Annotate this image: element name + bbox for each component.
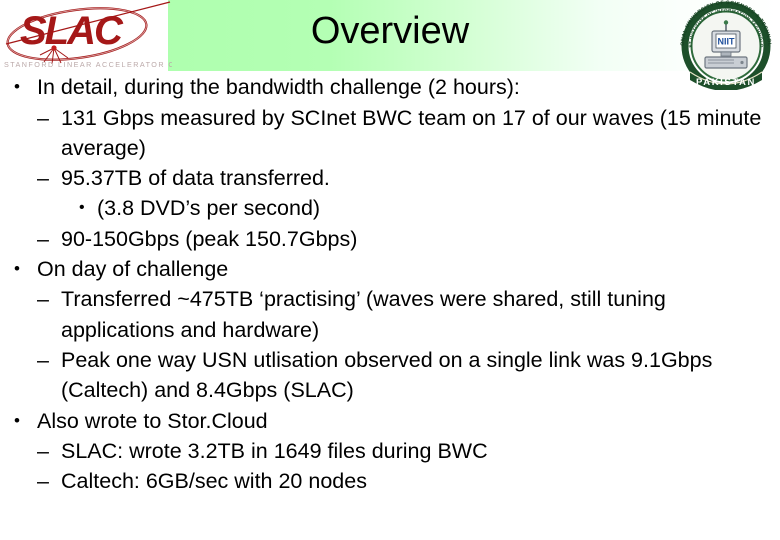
list-item-text: (3.8 DVD’s per second)	[97, 196, 321, 221]
list-item-text: On day of challenge	[37, 256, 229, 281]
list-item: – 90-150Gbps (peak 150.7Gbps)	[0, 224, 780, 254]
slac-logo: SLAC STANFORD LINEAR ACCELERATOR CENTER	[2, 0, 172, 72]
list-item: • Also wrote to Stor.Cloud	[0, 406, 780, 437]
list-item-text: Also wrote to Stor.Cloud	[37, 408, 268, 433]
list-item: – 95.37TB of data transferred.	[0, 163, 780, 193]
bullet-marker-level2: –	[37, 166, 49, 191]
bullet-marker-level2: –	[37, 439, 49, 464]
list-item-text: Caltech: 6GB/sec with 20 nodes	[61, 469, 367, 494]
bullet-marker-level2: –	[37, 105, 49, 130]
list-item-text: 90-150Gbps (peak 150.7Gbps)	[61, 226, 358, 251]
list-item: – SLAC: wrote 3.2TB in 1649 files during…	[0, 436, 780, 466]
list-item-text: Transferred ~475TB ‘practising’ (waves w…	[61, 287, 666, 342]
bullet-marker-level1: •	[14, 410, 20, 430]
list-item: • (3.8 DVD’s per second)	[0, 193, 780, 223]
list-item: – 131 Gbps measured by SCInet BWC team o…	[0, 103, 780, 164]
list-item-text: Peak one way USN utlisation observed on …	[61, 348, 713, 403]
slide-body: • In detail, during the bandwidth challe…	[0, 72, 780, 540]
svg-text:NIIT: NIIT	[718, 37, 736, 47]
list-item-text: 131 Gbps measured by SCInet BWC team on …	[61, 105, 762, 160]
list-item-text: 95.37TB of data transferred.	[61, 166, 330, 191]
list-item: • On day of challenge	[0, 254, 780, 285]
bullet-marker-level2: –	[37, 469, 49, 494]
list-item: – Peak one way USN utlisation observed o…	[0, 345, 780, 406]
bullet-marker-level2: –	[37, 348, 49, 373]
bullet-marker-level2: –	[37, 226, 49, 251]
svg-text:PAKISTAN: PAKISTAN	[696, 77, 756, 88]
list-item-text: In detail, during the bandwidth challeng…	[37, 75, 520, 99]
svg-text:STANFORD LINEAR ACCELERATOR CE: STANFORD LINEAR ACCELERATOR CENTER	[4, 60, 172, 69]
list-item-text: SLAC: wrote 3.2TB in 1649 files during B…	[61, 439, 488, 464]
bullet-marker-level1: •	[14, 77, 20, 96]
bullet-marker-level3: •	[79, 199, 85, 217]
bullet-marker-level2: –	[37, 287, 49, 312]
bullet-marker-level1: •	[14, 258, 20, 278]
list-item: • In detail, during the bandwidth challe…	[0, 72, 780, 103]
svg-text:SLAC: SLAC	[20, 9, 124, 53]
list-item: – Transferred ~475TB ‘practising’ (waves…	[0, 284, 780, 345]
list-item: – Caltech: 6GB/sec with 20 nodes	[0, 466, 780, 496]
nust-pakistan-logo: NATIONAL UNIVERSITY OF SCIENCES & TECHNO…	[672, 0, 780, 90]
